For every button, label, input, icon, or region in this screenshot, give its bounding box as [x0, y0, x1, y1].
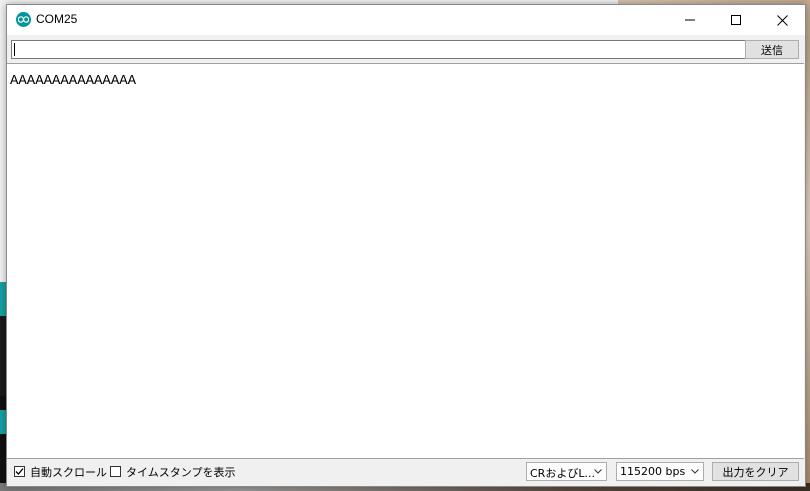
maximize-icon	[731, 15, 741, 25]
serial-monitor-window: COM25 送信 AAAAAAAAAAAAAAA 自動スクロール タイムスタンプ…	[6, 4, 806, 487]
bottom-toolbar: 自動スクロール タイムスタンプを表示 CRおよびL... 115200 bps …	[7, 458, 805, 486]
maximize-button[interactable]	[713, 5, 759, 35]
baud-rate-value: 115200 bps	[620, 465, 686, 478]
arduino-infinity-icon	[16, 12, 31, 27]
line-ending-select[interactable]: CRおよびL...	[526, 462, 607, 481]
minimize-button[interactable]	[667, 5, 713, 35]
timestamp-label: タイムスタンプを表示	[126, 466, 236, 479]
window-title: COM25	[36, 12, 78, 26]
serial-output-area[interactable]: AAAAAAAAAAAAAAA	[7, 63, 804, 459]
autoscroll-label: 自動スクロール	[30, 466, 107, 479]
send-button[interactable]: 送信	[745, 40, 799, 59]
title-bar[interactable]: COM25	[7, 5, 805, 35]
close-icon	[776, 14, 788, 26]
autoscroll-checkbox[interactable]	[14, 466, 25, 477]
send-input[interactable]	[11, 40, 748, 59]
minimize-icon	[685, 19, 695, 21]
output-line: AAAAAAAAAAAAAAA	[10, 73, 137, 89]
text-caret	[14, 43, 15, 56]
timestamp-checkbox[interactable]	[110, 466, 121, 477]
chevron-down-icon	[594, 469, 602, 474]
clear-output-button[interactable]: 出力をクリア	[712, 462, 799, 481]
checkmark-icon	[15, 468, 24, 475]
close-button[interactable]	[759, 5, 805, 35]
chevron-down-icon	[691, 469, 699, 474]
baud-rate-select[interactable]: 115200 bps	[616, 462, 704, 481]
line-ending-value: CRおよびL...	[530, 467, 595, 480]
